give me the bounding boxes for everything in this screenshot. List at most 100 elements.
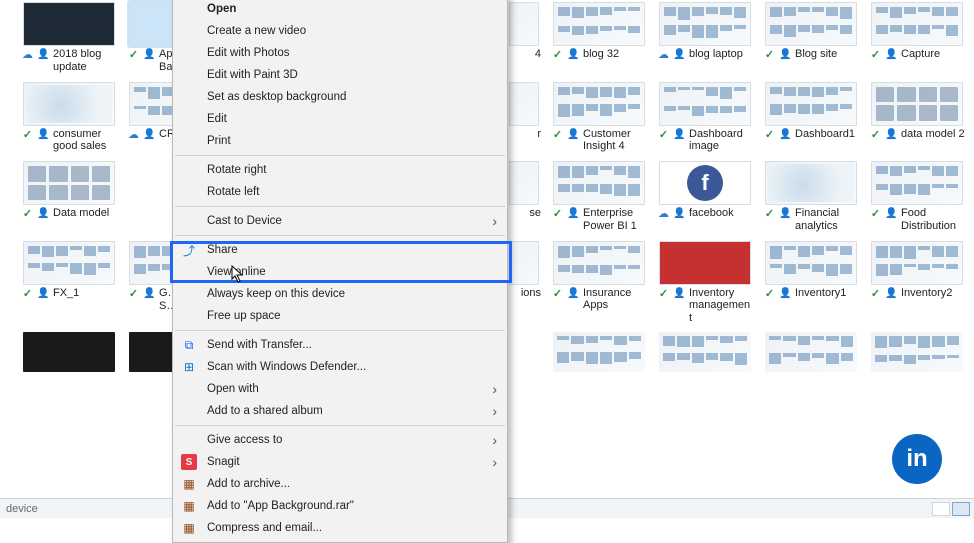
menu-item[interactable]: Rotate right xyxy=(173,159,507,181)
file-name: blog 32 xyxy=(583,48,619,61)
file-item[interactable]: ✓👤Insurance Apps xyxy=(548,239,650,327)
file-thumbnail xyxy=(23,241,115,285)
file-item[interactable]: ✓👤Blog site xyxy=(760,0,862,76)
file-item[interactable] xyxy=(866,330,968,374)
shared-person-icon: 👤 xyxy=(779,287,792,300)
file-thumbnail xyxy=(553,161,645,205)
menu-item-label: Free up space xyxy=(207,310,281,322)
file-item[interactable]: ✓👤Dashboard1 xyxy=(760,80,862,156)
file-thumbnail xyxy=(871,241,963,285)
file-thumbnail xyxy=(765,2,857,46)
file-item[interactable]: ☁👤blog laptop xyxy=(654,0,756,76)
sync-check-icon: ✓ xyxy=(551,128,564,141)
file-caption: ✓👤Insurance Apps xyxy=(551,287,647,312)
file-name: 2018 blog update xyxy=(53,48,117,73)
menu-item[interactable]: Edit xyxy=(173,108,507,130)
menu-item[interactable]: Rotate left xyxy=(173,181,507,203)
menu-item[interactable]: Set as desktop background xyxy=(173,86,507,108)
file-thumbnail xyxy=(23,82,115,126)
file-item[interactable]: ✓👤Inventory2 xyxy=(866,239,968,327)
file-item[interactable]: ✓👤Dashboard image xyxy=(654,80,756,156)
cloud-icon: ☁ xyxy=(127,128,140,141)
menu-item[interactable]: Cast to Device xyxy=(173,210,507,232)
file-name: Customer Insight 4 xyxy=(583,128,647,153)
file-name: facebook xyxy=(689,207,734,220)
menu-item[interactable]: Open xyxy=(173,0,507,20)
file-item[interactable]: ✓👤FX_1 xyxy=(18,239,120,327)
menu-item[interactable]: Compress and email...▦ xyxy=(173,517,507,539)
menu-item-label: Rotate right xyxy=(207,164,266,176)
shared-person-icon: 👤 xyxy=(143,287,156,300)
menu-item[interactable]: Add to "App Background.rar"▦ xyxy=(173,495,507,517)
file-item[interactable]: f☁👤facebook xyxy=(654,159,756,234)
file-item[interactable]: ✓👤Data model xyxy=(18,159,120,234)
menu-item[interactable]: View online xyxy=(173,261,507,283)
cloud-icon: ☁ xyxy=(21,48,34,61)
file-thumbnail: f xyxy=(659,161,751,205)
file-caption: ✓👤Inventory1 xyxy=(763,287,859,300)
sync-check-icon: ✓ xyxy=(763,128,776,141)
menu-item[interactable]: Always keep on this device xyxy=(173,283,507,305)
file-item[interactable]: ✓👤Food Distribution xyxy=(866,159,968,234)
file-item[interactable]: ✓👤Inventory management xyxy=(654,239,756,327)
winrar-icon: ▦ xyxy=(181,498,197,514)
view-icons-button[interactable] xyxy=(952,502,970,516)
view-details-button[interactable] xyxy=(932,502,950,516)
menu-item[interactable]: Print xyxy=(173,130,507,152)
menu-item[interactable]: Edit with Paint 3D xyxy=(173,64,507,86)
menu-item[interactable]: SnagitS xyxy=(173,451,507,473)
menu-item[interactable]: Add to archive...▦ xyxy=(173,473,507,495)
menu-item-label: Open with xyxy=(207,383,259,395)
menu-item[interactable]: Give access to xyxy=(173,429,507,451)
file-thumbnail xyxy=(509,241,539,285)
menu-item[interactable]: Send with Transfer...⧉ xyxy=(173,334,507,356)
shared-person-icon: 👤 xyxy=(567,287,580,300)
file-item[interactable] xyxy=(654,330,756,374)
file-thumbnail xyxy=(509,161,539,205)
shared-person-icon: 👤 xyxy=(567,207,580,220)
menu-item-label: Rotate left xyxy=(207,186,259,198)
file-thumbnail xyxy=(765,161,857,205)
share-icon: ⤴ xyxy=(181,242,197,258)
sync-check-icon: ✓ xyxy=(657,287,670,300)
file-name: Insurance Apps xyxy=(583,287,647,312)
shared-person-icon: 👤 xyxy=(143,48,156,61)
menu-item[interactable]: Scan with Windows Defender...⊞ xyxy=(173,356,507,378)
file-thumbnail xyxy=(871,332,963,372)
file-item[interactable] xyxy=(18,330,120,374)
context-menu: Open Create a new video Edit with Photos Ed… xyxy=(172,0,508,543)
menu-item[interactable]: Add to a shared album xyxy=(173,400,507,422)
file-item[interactable]: ✓👤Customer Insight 4 xyxy=(548,80,650,156)
menu-item[interactable]: Edit with Photos xyxy=(173,42,507,64)
shared-person-icon: 👤 xyxy=(885,207,898,220)
file-item[interactable]: ✓👤consumer good sales xyxy=(18,80,120,156)
sync-check-icon: ✓ xyxy=(869,128,882,141)
menu-item-label: Send with Transfer... xyxy=(207,339,312,351)
menu-item[interactable]: Share⤴ xyxy=(173,239,507,261)
file-item[interactable]: ✓👤Capture xyxy=(866,0,968,76)
menu-item-label: Cast to Device xyxy=(207,215,282,227)
file-item[interactable] xyxy=(760,330,862,374)
menu-item-label: Edit with Paint 3D xyxy=(207,69,298,81)
menu-item[interactable]: Create a new video xyxy=(173,20,507,42)
file-thumbnail xyxy=(871,2,963,46)
file-name: Enterprise Power BI 1 xyxy=(583,207,647,232)
file-name: ions xyxy=(521,287,541,300)
file-item[interactable]: ✓👤data model 2 xyxy=(866,80,968,156)
file-item[interactable]: ✓👤Inventory1 xyxy=(760,239,862,327)
file-item[interactable] xyxy=(548,330,650,374)
menu-item-label: Add to archive... xyxy=(207,478,290,490)
file-name: FX_1 xyxy=(53,287,79,300)
file-name: Inventory2 xyxy=(901,287,952,300)
menu-item[interactable]: Free up space xyxy=(173,305,507,327)
menu-item-label: Create a new video xyxy=(207,25,306,37)
file-item[interactable]: ✓👤Enterprise Power BI 1 xyxy=(548,159,650,234)
shared-person-icon: 👤 xyxy=(779,48,792,61)
linkedin-bubble[interactable]: in xyxy=(892,434,942,484)
shared-person-icon: 👤 xyxy=(37,128,50,141)
file-item[interactable]: ✓👤blog 32 xyxy=(548,0,650,76)
file-thumbnail xyxy=(509,82,539,126)
file-item[interactable]: ☁👤2018 blog update xyxy=(18,0,120,76)
menu-item[interactable]: Open with xyxy=(173,378,507,400)
file-item[interactable]: ✓👤Financial analytics xyxy=(760,159,862,234)
